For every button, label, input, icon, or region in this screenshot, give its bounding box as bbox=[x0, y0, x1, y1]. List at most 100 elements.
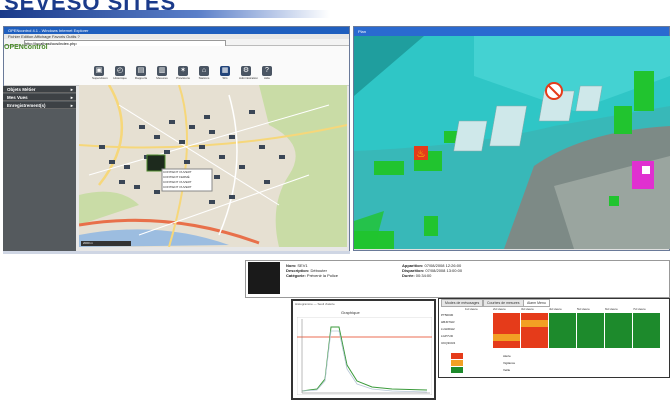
heatmap-cell[interactable] bbox=[605, 334, 632, 341]
toolbar-button-supervision[interactable]: ▣ Supervision bbox=[92, 66, 108, 80]
site-marker[interactable] bbox=[239, 165, 245, 169]
toolbar-button-mesures[interactable]: ▥ Mesures bbox=[155, 66, 169, 80]
report-icon: ▤ bbox=[136, 66, 146, 76]
site-marker[interactable] bbox=[229, 135, 235, 139]
site-marker[interactable] bbox=[219, 155, 225, 159]
heatmap-cell[interactable] bbox=[521, 334, 548, 341]
heatmap-cell[interactable] bbox=[465, 320, 492, 327]
toolbar-button-label: Administration bbox=[239, 76, 259, 80]
heatmap-cell[interactable] bbox=[465, 341, 492, 348]
heatmap-grid: 1H Heure 2H Heure 3H Heure 4H Heure 5H Heure… bbox=[441, 307, 669, 377]
toolbar-button-sig[interactable]: ▦ SIG bbox=[218, 66, 232, 80]
asset-popup[interactable]: CONTIENT OUVERT CONTIENT FERMÉ CONTIENT … bbox=[163, 170, 211, 190]
site-marker[interactable] bbox=[199, 145, 205, 149]
site-marker[interactable] bbox=[179, 140, 185, 144]
address-bar bbox=[4, 39, 349, 47]
toolbar-button-label: SIG bbox=[222, 76, 228, 80]
graph-title: Graphique bbox=[341, 310, 360, 315]
heatmap-cell[interactable] bbox=[493, 341, 520, 348]
status-bar bbox=[3, 251, 350, 254]
heatmap-cell[interactable] bbox=[549, 313, 576, 320]
heatmap-cell[interactable] bbox=[521, 320, 548, 327]
heatmap-cell[interactable] bbox=[493, 320, 520, 327]
heatmap-cell[interactable] bbox=[549, 327, 576, 334]
sidebar-item-objets[interactable]: Objets Métier ▸ bbox=[3, 86, 76, 93]
street-map[interactable]: CONTIENT OUVERT CONTIENT FERMÉ CONTIENT … bbox=[79, 85, 347, 247]
site-marker[interactable] bbox=[204, 115, 210, 119]
legend-label: Alerte bbox=[503, 354, 511, 358]
legend-label: Vigilance bbox=[503, 361, 516, 365]
site-marker[interactable] bbox=[229, 195, 235, 199]
heatmap-cell[interactable] bbox=[549, 341, 576, 348]
heatmap-cell[interactable] bbox=[465, 334, 492, 341]
toolbar-button-aide[interactable]: ? Aide bbox=[260, 66, 274, 80]
site-marker[interactable] bbox=[109, 160, 115, 164]
heatmap-cell[interactable] bbox=[577, 341, 604, 348]
site-marker[interactable] bbox=[119, 180, 125, 184]
title-underline bbox=[0, 10, 330, 18]
heatmap-cell[interactable] bbox=[633, 313, 660, 320]
heatmap-cell[interactable] bbox=[605, 341, 632, 348]
tab-modes[interactable]: Modes de mésusages bbox=[441, 299, 484, 307]
chevron-right-icon: ▸ bbox=[70, 95, 73, 100]
site-marker[interactable] bbox=[164, 150, 170, 154]
heatmap-cell[interactable] bbox=[577, 313, 604, 320]
heatmap-cell[interactable] bbox=[549, 334, 576, 341]
heatmap-cell[interactable] bbox=[521, 313, 548, 320]
heatmap-column-header: 4H Heure bbox=[549, 307, 562, 311]
heatmap-cell[interactable] bbox=[577, 327, 604, 334]
heatmap-cell[interactable] bbox=[549, 320, 576, 327]
toolbar-button-stations[interactable]: ⌂ Stations bbox=[197, 66, 211, 80]
toolbar-button-rapports[interactable]: ▤ Rapports bbox=[134, 66, 148, 80]
field-key: Durée: bbox=[402, 273, 415, 278]
site-plan-graphic: ♨ bbox=[354, 36, 670, 249]
site-marker[interactable] bbox=[154, 190, 160, 194]
toolbar-button-historique[interactable]: ◴ Historique bbox=[113, 66, 127, 80]
toolbar-button-prévisions[interactable]: ✶ Prévisions bbox=[176, 66, 190, 80]
heatmap-cell[interactable] bbox=[577, 334, 604, 341]
heatmap-cell[interactable] bbox=[605, 327, 632, 334]
toolbar-button-administration[interactable]: ⚙ Administration bbox=[239, 66, 258, 80]
heatmap-cell[interactable] bbox=[633, 327, 660, 334]
heatmap-cell[interactable] bbox=[521, 341, 548, 348]
site-marker[interactable] bbox=[169, 120, 175, 124]
site-marker[interactable] bbox=[214, 175, 220, 179]
site-marker[interactable] bbox=[184, 160, 190, 164]
heatmap-column-header: 3H Heure bbox=[521, 307, 534, 311]
alarm-thumbnail bbox=[248, 262, 280, 294]
sidebar-item-vues[interactable]: Mes Vues ▸ bbox=[3, 94, 76, 101]
heatmap-cell[interactable] bbox=[633, 334, 660, 341]
heatmap-cell[interactable] bbox=[605, 313, 632, 320]
street-map-graphic bbox=[79, 85, 347, 247]
heatmap-cell[interactable] bbox=[605, 320, 632, 327]
site-marker[interactable] bbox=[249, 110, 255, 114]
heatmap-cell[interactable] bbox=[465, 327, 492, 334]
site-marker[interactable] bbox=[189, 125, 195, 129]
site-marker[interactable] bbox=[139, 125, 145, 129]
legend-label: Veille bbox=[503, 368, 511, 372]
heatmap-cell[interactable] bbox=[633, 320, 660, 327]
site-marker[interactable] bbox=[209, 200, 215, 204]
heatmap-cell[interactable] bbox=[521, 327, 548, 334]
window-title: OPENcontrol 4.1 - Windows Internet Explo… bbox=[4, 27, 349, 34]
site-marker[interactable] bbox=[259, 145, 265, 149]
heatmap-cell[interactable] bbox=[493, 334, 520, 341]
site-plan-map[interactable]: ♨ bbox=[354, 36, 670, 249]
site-marker[interactable] bbox=[279, 155, 285, 159]
heatmap-cell[interactable] bbox=[493, 313, 520, 320]
heatmap-cell[interactable] bbox=[493, 327, 520, 334]
heatmap-cell[interactable] bbox=[577, 320, 604, 327]
site-marker[interactable] bbox=[209, 130, 215, 134]
site-marker[interactable] bbox=[264, 180, 270, 184]
site-marker[interactable] bbox=[99, 145, 105, 149]
heatmap-cell[interactable] bbox=[633, 341, 660, 348]
sidebar-item-enregistrements[interactable]: Enregistrement(s) ▸ bbox=[3, 102, 76, 109]
site-marker[interactable] bbox=[124, 165, 130, 169]
app-toolbar: ▣ Supervision ◴ Historique ▤ Rapports ▥ Mesures… bbox=[4, 46, 349, 86]
tab-alarm-menu[interactable]: Alarm Menu bbox=[523, 299, 550, 307]
toolbar-button-label: Historique bbox=[113, 76, 127, 80]
tab-courbes[interactable]: Courbes de mesures bbox=[483, 299, 524, 307]
site-marker[interactable] bbox=[134, 185, 140, 189]
heatmap-cell[interactable] bbox=[465, 313, 492, 320]
site-marker[interactable] bbox=[154, 135, 160, 139]
